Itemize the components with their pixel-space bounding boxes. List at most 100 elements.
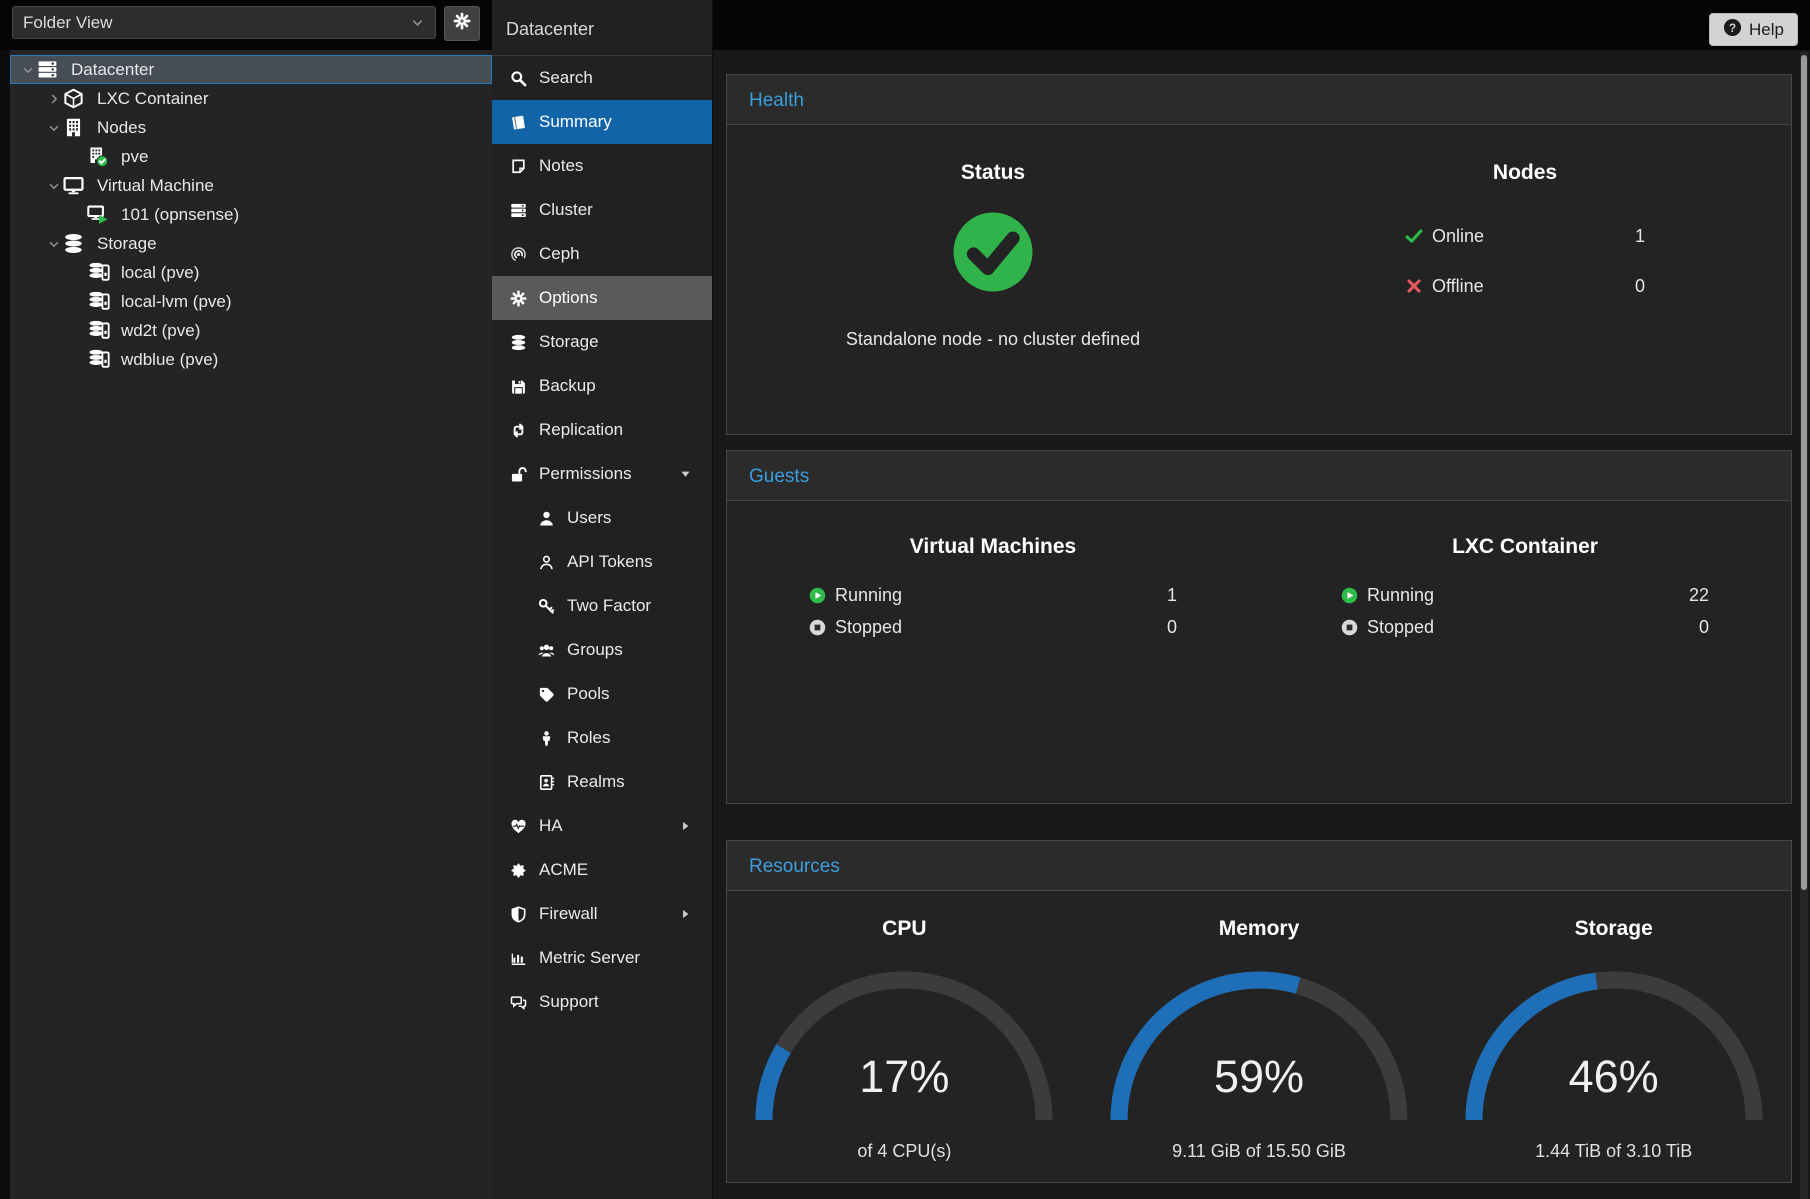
collapse-triangle-icon[interactable] (679, 468, 692, 481)
tree-item-datacenter[interactable]: Datacenter (10, 55, 492, 84)
menu-item-notes[interactable]: Notes (492, 144, 712, 188)
menu-item-ha[interactable]: HA (492, 804, 712, 848)
menu-item-label: Roles (567, 728, 610, 748)
address-book-icon (536, 774, 556, 791)
gauge-percent: 59% (1109, 1051, 1409, 1103)
chevron-down-icon[interactable] (19, 63, 37, 77)
menu-item-options[interactable]: Options (492, 276, 712, 320)
menu-item-label: Users (567, 508, 611, 528)
db-drive-icon (87, 349, 117, 370)
tree-item-nodes[interactable]: Nodes (10, 113, 492, 142)
tree-item-label: Virtual Machine (97, 176, 214, 196)
guest-status-row-running: Running22 (1341, 579, 1709, 611)
menu-item-realms[interactable]: Realms (492, 760, 712, 804)
view-mode-select[interactable]: Folder View (12, 6, 436, 39)
menu-item-metric-server[interactable]: Metric Server (492, 936, 712, 980)
tree-item-wdblue-pve[interactable]: wdblue (pve) (10, 345, 492, 374)
menu-item-label: Storage (539, 332, 599, 352)
tree-item-lxc-container[interactable]: LXC Container (10, 84, 492, 113)
db-drive-icon (87, 320, 117, 341)
chevron-right-icon[interactable] (45, 92, 63, 106)
menu-item-search[interactable]: Search (492, 56, 712, 100)
menu-item-ceph[interactable]: Ceph (492, 232, 712, 276)
menu-item-two-factor[interactable]: Two Factor (492, 584, 712, 628)
menu-item-roles[interactable]: Roles (492, 716, 712, 760)
menu-title: Datacenter (492, 0, 712, 56)
chevron-down-icon[interactable] (45, 179, 63, 193)
tree-item-local-lvm-pve[interactable]: local-lvm (pve) (10, 287, 492, 316)
menu-item-backup[interactable]: Backup (492, 364, 712, 408)
menu-item-summary[interactable]: Summary (492, 100, 712, 144)
resource-tree-panel: DatacenterLXC Container Nodes pve Virtual M… (0, 50, 492, 1199)
menu-item-groups[interactable]: Groups (492, 628, 712, 672)
help-button[interactable]: ? Help (1709, 13, 1798, 46)
person-icon (536, 730, 556, 747)
scrollbar-thumb[interactable] (1801, 55, 1807, 890)
node-status-label: Online (1432, 226, 1484, 247)
tree-item-101-opnsense[interactable]: 101 (opnsense) (10, 200, 492, 229)
guests-column-virtual-machines: Virtual MachinesRunning1Stopped0 (727, 501, 1259, 643)
guest-status-label: Running (835, 585, 902, 606)
building-icon (63, 117, 93, 138)
guest-status-value: 0 (1167, 617, 1177, 638)
guest-status-label: Stopped (835, 617, 902, 638)
cube-icon (63, 88, 93, 109)
menu-item-support[interactable]: Support (492, 980, 712, 1024)
nodes-status-column: Nodes Online1Offline0 (1259, 125, 1791, 350)
menu-item-label: Realms (567, 772, 625, 792)
menu-item-label: ACME (539, 860, 588, 880)
tree-item-storage[interactable]: Storage (10, 229, 492, 258)
search-icon (508, 70, 528, 87)
menu-item-label: Search (539, 68, 593, 88)
node-status-label: Offline (1432, 276, 1484, 297)
tree-item-pve[interactable]: pve (10, 142, 492, 171)
resources-body: CPU17%of 4 CPU(s)Memory59%9.11 GiB of 15… (727, 891, 1791, 1162)
menu-item-label: Pools (567, 684, 610, 704)
menu-item-firewall[interactable]: Firewall (492, 892, 712, 936)
menu-item-storage[interactable]: Storage (492, 320, 712, 364)
resource-tree: DatacenterLXC Container Nodes pve Virtual M… (10, 55, 492, 374)
status-message: Standalone node - no cluster defined (727, 329, 1259, 350)
menu-item-acme[interactable]: ACME (492, 848, 712, 892)
gauge-detail: of 4 CPU(s) (857, 1141, 951, 1162)
resource-gauge-storage: Storage46%1.44 TiB of 3.10 TiB (1436, 891, 1791, 1162)
content-area: Health Status Standalone node - no clust… (713, 50, 1810, 1199)
vertical-scrollbar[interactable] (1800, 52, 1808, 1199)
menu-item-api-tokens[interactable]: API Tokens (492, 540, 712, 584)
heart-pulse-icon (508, 818, 528, 835)
server-stack-icon (508, 202, 528, 219)
tree-item-wd2t-pve[interactable]: wd2t (pve) (10, 316, 492, 345)
menu-item-users[interactable]: Users (492, 496, 712, 540)
menu-item-label: Two Factor (567, 596, 651, 616)
tree-item-label: pve (121, 147, 148, 167)
stop-circle-icon (809, 619, 826, 636)
comments-icon (508, 994, 528, 1011)
guests-panel-title: Guests (727, 451, 1791, 501)
tree-item-local-pve[interactable]: local (pve) (10, 258, 492, 287)
health-panel-title: Health (727, 75, 1791, 125)
play-circle-icon (1341, 587, 1358, 604)
menu-item-label: Notes (539, 156, 583, 176)
tree-item-label: Nodes (97, 118, 146, 138)
gear-icon (508, 290, 528, 307)
gauge-percent: 46% (1464, 1051, 1764, 1103)
expand-triangle-icon[interactable] (679, 820, 692, 833)
tree-item-label: local (pve) (121, 263, 199, 283)
chevron-down-icon[interactable] (45, 121, 63, 135)
stop-circle-icon (1341, 619, 1358, 636)
gauge-title: Storage (1575, 917, 1653, 941)
tree-item-virtual-machine[interactable]: Virtual Machine (10, 171, 492, 200)
tree-settings-button[interactable] (444, 6, 480, 41)
expand-triangle-icon[interactable] (679, 908, 692, 921)
question-circle-icon: ? (1723, 18, 1742, 42)
chevron-down-icon[interactable] (45, 237, 63, 251)
user-o-icon (536, 554, 556, 571)
menu-item-pools[interactable]: Pools (492, 672, 712, 716)
tree-item-label: wd2t (pve) (121, 321, 200, 341)
node-status-row-online: Online1 (1405, 211, 1645, 261)
menu-item-cluster[interactable]: Cluster (492, 188, 712, 232)
guest-status-label: Running (1367, 585, 1434, 606)
menu-item-permissions[interactable]: Permissions (492, 452, 712, 496)
health-body: Status Standalone node - no cluster defi… (727, 125, 1791, 350)
menu-item-replication[interactable]: Replication (492, 408, 712, 452)
